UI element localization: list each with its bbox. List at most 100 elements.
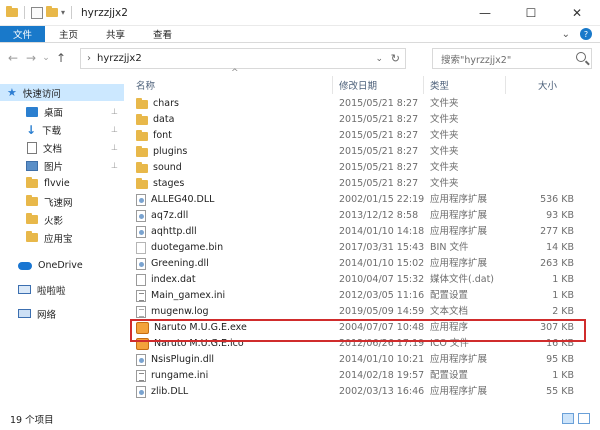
nav-item-label: 快速访问: [22, 88, 61, 100]
nav-item-feisuwang[interactable]: 飞速网: [0, 193, 124, 210]
highlight-annotation: [130, 319, 586, 342]
file-date: 2010/04/07 15:32: [339, 274, 425, 285]
nav-item-flvvie[interactable]: flvvie: [0, 175, 124, 192]
table-row[interactable]: duotegame.bin 2017/03/31 15:43 BIN 文件 14 KB: [130, 240, 600, 256]
table-row[interactable]: rungame.ini 2014/02/18 19:57 配置设置 1 KB: [130, 368, 600, 384]
table-row[interactable]: index.dat 2010/04/07 15:32 媒体文件(.dat) 1 KB: [130, 272, 600, 288]
table-row[interactable]: chars 2015/05/21 8:27 文件夹: [130, 96, 600, 112]
breadcrumb[interactable]: hyrzzjjx2: [97, 53, 142, 64]
divider: [71, 6, 73, 19]
tab-share[interactable]: 共享: [92, 26, 139, 42]
item-count: 19 个项目: [10, 415, 54, 426]
table-row[interactable]: stages 2015/05/21 8:27 文件夹: [130, 176, 600, 192]
table-row[interactable]: Greening.dll 2014/01/10 15:02 应用程序扩展 263 KB: [130, 256, 600, 272]
nav-item-label: OneDrive: [38, 260, 83, 271]
column-divider[interactable]: [332, 76, 333, 94]
customize-toolbar-icon[interactable]: ▾: [61, 8, 65, 17]
table-row[interactable]: plugins 2015/05/21 8:27 文件夹: [130, 144, 600, 160]
nav-item-documents[interactable]: 文档 ⊥: [0, 139, 124, 156]
folder-icon: [136, 161, 148, 173]
nav-item-label: flvvie: [44, 178, 70, 189]
file-name: Main_gamex.ini: [151, 290, 226, 301]
nav-item-yingyongbao[interactable]: 应用宝: [0, 229, 124, 246]
table-row[interactable]: zlib.DLL 2002/03/13 16:46 应用程序扩展 55 KB: [130, 384, 600, 400]
column-header-type[interactable]: 类型: [430, 76, 449, 94]
scrollbar[interactable]: [592, 76, 600, 405]
search-input[interactable]: 搜索"hyrzzjjx2": [432, 48, 592, 69]
search-icon: [576, 52, 586, 62]
file-name-cell: mugenw.log: [136, 304, 209, 320]
large-icons-view-icon[interactable]: [578, 413, 590, 424]
file-name: ALLEG40.DLL: [151, 194, 215, 205]
folder-icon: [136, 177, 148, 189]
nav-item-onedrive[interactable]: OneDrive: [0, 257, 124, 274]
maximize-button[interactable]: ☐: [508, 0, 554, 26]
column-header-date[interactable]: 修改日期: [339, 76, 377, 94]
back-icon[interactable]: ←: [4, 51, 22, 65]
file-date: 2002/01/15 22:19: [339, 194, 425, 205]
quick-access-toolbar: ▾: [0, 6, 75, 19]
minimize-button[interactable]: —: [462, 0, 508, 26]
table-row[interactable]: Main_gamex.ini 2012/03/05 11:16 配置设置 1 KB: [130, 288, 600, 304]
nav-item-label: 网络: [37, 309, 57, 321]
document-icon: [27, 141, 37, 154]
file-date: 2013/12/12 8:58: [339, 210, 419, 221]
folder-icon: [26, 231, 38, 242]
file-date: 2017/03/31 15:43: [339, 242, 425, 253]
tab-file[interactable]: 文件: [0, 26, 46, 42]
details-view-icon[interactable]: [562, 413, 574, 424]
file-name: stages: [153, 178, 185, 189]
table-row[interactable]: NsisPlugin.dll 2014/01/10 10:21 应用程序扩展 95 K…: [130, 352, 600, 368]
address-bar[interactable]: › hyrzzjjx2 ⌄ ↻: [80, 48, 406, 69]
file-type: 应用程序扩展: [430, 226, 488, 237]
config-icon: [136, 290, 146, 302]
column-divider[interactable]: [505, 76, 506, 94]
nav-item-network[interactable]: 网络: [0, 305, 124, 322]
up-icon[interactable]: ↑: [52, 51, 70, 65]
dll-icon: [136, 194, 146, 206]
close-button[interactable]: ✕: [554, 0, 600, 26]
column-divider[interactable]: [423, 76, 424, 94]
file-name: mugenw.log: [151, 306, 209, 317]
file-name: sound: [153, 162, 182, 173]
new-folder-icon[interactable]: [46, 6, 58, 17]
forward-icon[interactable]: →: [22, 51, 40, 65]
pin-icon: ⊥: [111, 143, 118, 152]
column-header-size[interactable]: 大小: [538, 76, 557, 94]
tab-view[interactable]: 查看: [139, 26, 186, 42]
file-name-cell: rungame.ini: [136, 368, 208, 384]
refresh-icon[interactable]: ↻: [391, 52, 400, 65]
window-controls: — ☐ ✕: [462, 0, 600, 26]
help-icon[interactable]: ?: [580, 28, 592, 40]
file-name: Greening.dll: [151, 258, 209, 269]
file-name-cell: duotegame.bin: [136, 240, 223, 256]
file-size: [514, 176, 574, 192]
nav-item-huoying[interactable]: 火影: [0, 211, 124, 228]
nav-item-this-pc[interactable]: 啦啦啦: [0, 281, 124, 298]
file-name: rungame.ini: [151, 370, 209, 381]
expand-ribbon-icon[interactable]: ⌄: [562, 29, 570, 40]
file-name-cell: Main_gamex.ini: [136, 288, 225, 304]
nav-item-label: 图片: [44, 161, 64, 173]
table-row[interactable]: sound 2015/05/21 8:27 文件夹: [130, 160, 600, 176]
file-date: 2002/03/13 16:46: [339, 386, 425, 397]
nav-item-desktop[interactable]: 桌面 ⊥: [0, 103, 124, 120]
folder-icon: [136, 97, 148, 109]
nav-item-pictures[interactable]: 图片 ⊥: [0, 157, 124, 174]
recent-locations-icon[interactable]: ⌄: [40, 53, 52, 63]
table-row[interactable]: aqhttp.dll 2014/01/10 14:18 应用程序扩展 277 KB: [130, 224, 600, 240]
file-icon: [136, 274, 146, 286]
table-row[interactable]: mugenw.log 2019/05/09 14:59 文本文档 2 KB: [130, 304, 600, 320]
file-type: 应用程序扩展: [430, 386, 488, 397]
table-row[interactable]: data 2015/05/21 8:27 文件夹: [130, 112, 600, 128]
nav-item-quick-access[interactable]: ★ 快速访问: [0, 84, 124, 101]
nav-item-downloads[interactable]: ↓ 下载 ⊥: [0, 121, 124, 138]
tab-home[interactable]: 主页: [45, 26, 92, 42]
properties-icon[interactable]: [31, 6, 43, 19]
table-row[interactable]: ALLEG40.DLL 2002/01/15 22:19 应用程序扩展 536 KB: [130, 192, 600, 208]
table-row[interactable]: aq7z.dll 2013/12/12 8:58 应用程序扩展 93 KB: [130, 208, 600, 224]
column-header-name[interactable]: 名称: [136, 76, 155, 94]
chevron-down-icon[interactable]: ⌄: [375, 54, 383, 64]
file-name-cell: zlib.DLL: [136, 384, 188, 400]
table-row[interactable]: font 2015/05/21 8:27 文件夹: [130, 128, 600, 144]
